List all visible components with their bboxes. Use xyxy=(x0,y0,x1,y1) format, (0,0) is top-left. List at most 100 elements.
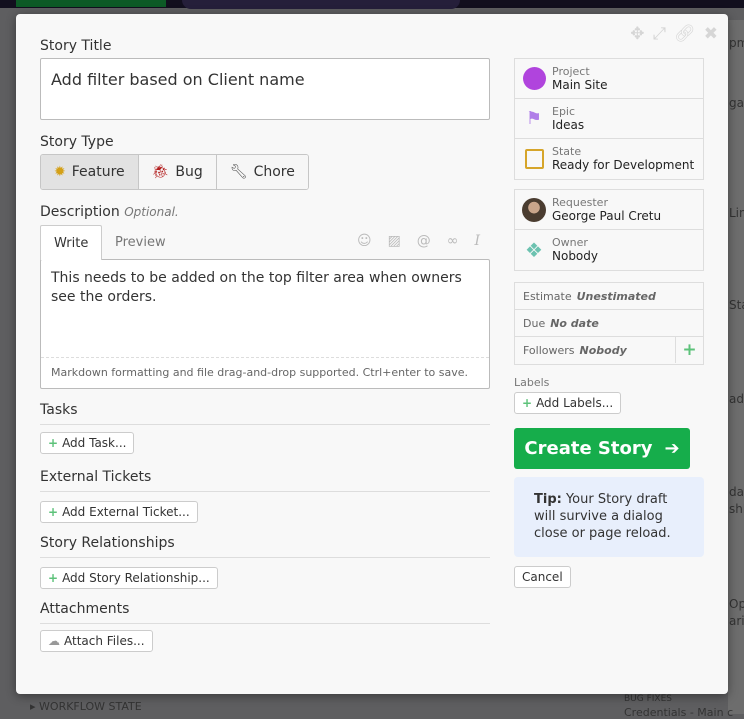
project-color-icon xyxy=(522,67,546,91)
plus-icon: + xyxy=(48,505,59,519)
description-text[interactable]: This needs to be added on the top filter… xyxy=(41,260,489,316)
emoji-icon[interactable]: ☺ xyxy=(357,233,372,249)
state-key: State xyxy=(552,145,582,158)
due-field[interactable]: Due No date xyxy=(515,310,703,337)
state-value: Ready for Development xyxy=(552,158,695,172)
credentials-card[interactable]: Credentials - Main c xyxy=(624,706,733,719)
create-story-dialog: ✥ ⤢ 🔗︎ ✖ Story Title Add filter based on… xyxy=(16,14,728,694)
add-external-ticket-button[interactable]: + Add External Ticket... xyxy=(40,501,198,523)
tab-write[interactable]: Write xyxy=(40,225,103,260)
expand-icon[interactable]: ⤢ xyxy=(653,24,667,44)
link-icon[interactable]: 🔗︎ xyxy=(674,24,696,44)
owner-avatar-icon: ❖ xyxy=(525,238,543,262)
followers-value: Nobody xyxy=(579,344,627,357)
description-editor[interactable]: This needs to be added on the top filter… xyxy=(40,259,490,389)
story-type-chore[interactable]: 🔧︎ Chore xyxy=(216,155,308,189)
bg-text: Link xyxy=(729,206,744,220)
description-footer: Markdown formatting and file drag-and-dr… xyxy=(41,357,489,388)
mention-icon[interactable]: @ xyxy=(417,233,431,249)
external-tickets-heading: External Tickets xyxy=(40,469,490,492)
estimate-card: Estimate Unestimated Due No date Followers… xyxy=(514,282,704,365)
description-label: Description Optional. xyxy=(40,204,179,220)
top-green-button[interactable] xyxy=(16,0,166,7)
story-type-label: Story Type xyxy=(40,134,114,150)
project-value: Main Site xyxy=(552,77,608,92)
attach-files-button[interactable]: ☁ Attach Files... xyxy=(40,630,153,652)
description-tabs: Write Preview ☺ ▨ @ ∞ I xyxy=(40,225,490,260)
bg-text: arin xyxy=(729,614,744,628)
story-type-feature[interactable]: ✹ Feature xyxy=(41,155,139,189)
arrow-right-icon: ➔ xyxy=(664,438,680,459)
bug-icon: 🐞︎ xyxy=(151,164,170,180)
feature-label: Feature xyxy=(71,164,125,180)
link-icon[interactable]: ∞ xyxy=(447,233,459,249)
bg-text: shb xyxy=(729,502,744,516)
requester-value: George Paul Cretu xyxy=(552,208,662,223)
estimate-key: Estimate xyxy=(523,289,572,303)
estimate-field[interactable]: Estimate Unestimated xyxy=(515,283,703,310)
feature-icon: ✹ xyxy=(54,164,66,180)
image-icon[interactable]: ▨ xyxy=(388,233,401,249)
tab-preview[interactable]: Preview xyxy=(102,225,179,260)
owner-key: Owner xyxy=(552,236,588,249)
state-field[interactable]: State Ready for Development xyxy=(515,139,703,179)
create-story-button[interactable]: Create Story ➔ xyxy=(514,428,690,469)
add-relationship-button[interactable]: + Add Story Relationship... xyxy=(40,567,218,589)
workflow-state-label: ▸ WORKFLOW STATE xyxy=(30,700,142,713)
people-card: Requester George Paul Cretu ❖ Owner Nobody xyxy=(514,189,704,271)
add-external-ticket-label: Add External Ticket... xyxy=(62,505,190,519)
followers-field[interactable]: Followers Nobody + xyxy=(515,337,703,364)
add-task-button[interactable]: + Add Task... xyxy=(40,432,135,454)
add-task-label: Add Task... xyxy=(62,436,127,450)
workflow-state-text: WORKFLOW STATE xyxy=(39,700,142,713)
bg-text: pm xyxy=(729,36,744,50)
draft-tip: Tip: Your Story draft will survive a dia… xyxy=(514,477,704,557)
bg-text: Opt xyxy=(729,597,744,611)
requester-key: Requester xyxy=(552,195,608,209)
bug-fixes-label: BUG FIXES xyxy=(624,694,672,704)
tip-bold: Tip: xyxy=(534,492,562,507)
bg-text: Stat xyxy=(729,298,744,312)
attach-files-label: Attach Files... xyxy=(64,634,145,648)
attachments-heading: Attachments xyxy=(40,601,490,624)
description-label-text: Description xyxy=(40,204,120,220)
dialog-controls: ✥ ⤢ 🔗︎ ✖ xyxy=(630,24,718,44)
project-field[interactable]: Project Main Site xyxy=(515,59,703,99)
story-type-bug[interactable]: 🐞︎ Bug xyxy=(138,155,217,189)
estimate-value: Unestimated xyxy=(576,289,656,303)
wrench-icon: 🔧︎ xyxy=(229,164,248,180)
epic-value: Ideas xyxy=(552,117,585,132)
epic-field[interactable]: ⚑ Epic Ideas xyxy=(515,99,703,139)
add-labels-label: Add Labels... xyxy=(536,396,614,410)
project-key: Project xyxy=(552,64,590,78)
due-value: No date xyxy=(550,316,599,330)
plus-icon: + xyxy=(48,571,59,585)
add-labels-button[interactable]: + Add Labels... xyxy=(514,392,622,414)
cloud-upload-icon: ☁ xyxy=(48,634,60,648)
owner-field[interactable]: ❖ Owner Nobody xyxy=(515,230,703,270)
plus-icon: + xyxy=(48,436,59,450)
add-follower-button[interactable]: + xyxy=(675,337,703,363)
bg-text: ga xyxy=(729,96,744,110)
story-title-label: Story Title xyxy=(40,38,112,54)
requester-avatar xyxy=(522,197,546,222)
requester-field[interactable]: Requester George Paul Cretu xyxy=(515,190,703,230)
top-search[interactable] xyxy=(182,0,460,9)
owner-value: Nobody xyxy=(552,249,598,263)
labels-label: Labels xyxy=(514,376,550,389)
due-key: Due xyxy=(523,316,546,330)
close-icon[interactable]: ✖ xyxy=(704,24,718,44)
create-story-label: Create Story xyxy=(524,438,653,459)
story-type-selector: ✹ Feature 🐞︎ Bug 🔧︎ Chore xyxy=(40,154,309,190)
epic-key: Epic xyxy=(552,104,576,118)
caret-icon: ▸ xyxy=(30,700,40,713)
optional-hint: Optional. xyxy=(124,205,179,219)
italic-icon[interactable]: I xyxy=(474,233,480,249)
cancel-button[interactable]: Cancel xyxy=(514,566,571,588)
story-title-input[interactable]: Add filter based on Client name xyxy=(40,58,490,120)
move-icon[interactable]: ✥ xyxy=(630,24,644,44)
plus-icon: + xyxy=(522,396,533,410)
state-note-icon xyxy=(522,147,546,171)
story-meta-card: Project Main Site ⚑ Epic Ideas State Ready … xyxy=(514,58,704,180)
chore-label: Chore xyxy=(253,164,295,180)
